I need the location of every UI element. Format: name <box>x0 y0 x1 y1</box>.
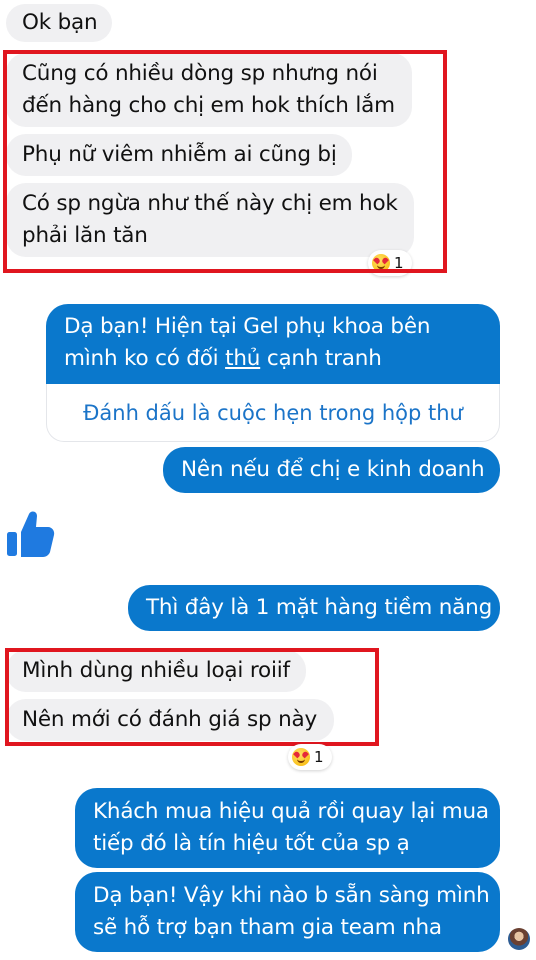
outgoing-message-repeat-customers[interactable]: Khách mua hiệu quả rồi quay lại mua tiếp… <box>75 788 500 868</box>
seen-avatar <box>508 928 530 950</box>
underlined-word[interactable]: thủ <box>225 346 260 371</box>
heart-eyes-emoji-icon <box>292 748 310 766</box>
message-text-line-1: Khách mua hiệu quả rồi quay lại mua <box>93 799 489 824</box>
heart-eyes-reaction[interactable]: 1 <box>368 250 412 276</box>
thumbs-up-icon[interactable] <box>4 508 56 560</box>
outgoing-message-join-team[interactable]: Dạ bạn! Vậy khi nào b sẵn sàng mình sẽ h… <box>75 872 500 952</box>
reaction-count: 1 <box>314 748 324 766</box>
outgoing-message-gel-competition[interactable]: Dạ bạn! Hiện tại Gel phụ khoa bên mình k… <box>46 304 500 385</box>
heart-eyes-reaction[interactable]: 1 <box>288 744 332 770</box>
message-text-line-2: sẽ hỗ trợ bạn tham gia team nha <box>93 915 442 940</box>
message-text: Phụ nữ viêm nhiễm ai cũng bị <box>22 142 337 167</box>
outgoing-message-business[interactable]: Nên nếu để chị e kinh doanh <box>163 447 500 493</box>
message-text-line-1: Dạ bạn! Hiện tại Gel phụ khoa bên <box>64 314 431 339</box>
message-text-line-2: mình ko có đối thủ cạnh tranh <box>64 346 382 371</box>
message-text: Thì đây là 1 mặt hàng tiềm năng <box>146 595 493 620</box>
messenger-chat-thread: Ok bạn Cũng có nhiều dòng sp nhưng nói đ… <box>0 0 536 960</box>
incoming-message-inflammation[interactable]: Phụ nữ viêm nhiễm ai cũng bị <box>6 134 352 176</box>
message-text-line-2: phải lăn tăn <box>22 223 148 248</box>
incoming-message-review[interactable]: Nên mới có đánh giá sp này <box>6 699 334 741</box>
incoming-message-product-lines[interactable]: Cũng có nhiều dòng sp nhưng nói đến hàng… <box>6 53 412 127</box>
message-text-line-2: tiếp đó là tín hiệu tốt của sp ạ <box>93 831 410 856</box>
message-text-line-1: Cũng có nhiều dòng sp nhưng nói <box>22 61 378 86</box>
message-text: Nên mới có đánh giá sp này <box>22 707 318 732</box>
message-text-line-1: Dạ bạn! Vậy khi nào b sẵn sàng mình <box>93 883 490 908</box>
message-text-line-2: đến hàng cho chị em hok thích lắm <box>22 93 395 118</box>
message-text: Nên nếu để chị e kinh doanh <box>181 457 485 482</box>
outgoing-message-potential-product[interactable]: Thì đây là 1 mặt hàng tiềm năng <box>128 585 500 631</box>
heart-eyes-emoji-icon <box>372 254 390 272</box>
incoming-message-used-many[interactable]: Mình dùng nhiều loại roiif <box>6 650 306 692</box>
incoming-message-prevention[interactable]: Có sp ngừa như thế này chị em hok phải l… <box>6 183 414 257</box>
message-text-line-1: Có sp ngừa như thế này chị em hok <box>22 191 398 216</box>
link-text: Đánh dấu là cuộc hẹn trong hộp thư <box>83 400 463 425</box>
message-text: Mình dùng nhiều loại roiif <box>22 658 290 683</box>
incoming-message-ok-ban[interactable]: Ok bạn <box>6 4 112 42</box>
reaction-count: 1 <box>394 254 404 272</box>
message-text: Ok bạn <box>22 10 98 35</box>
mark-as-appointment-link[interactable]: Đánh dấu là cuộc hẹn trong hộp thư <box>46 384 500 442</box>
